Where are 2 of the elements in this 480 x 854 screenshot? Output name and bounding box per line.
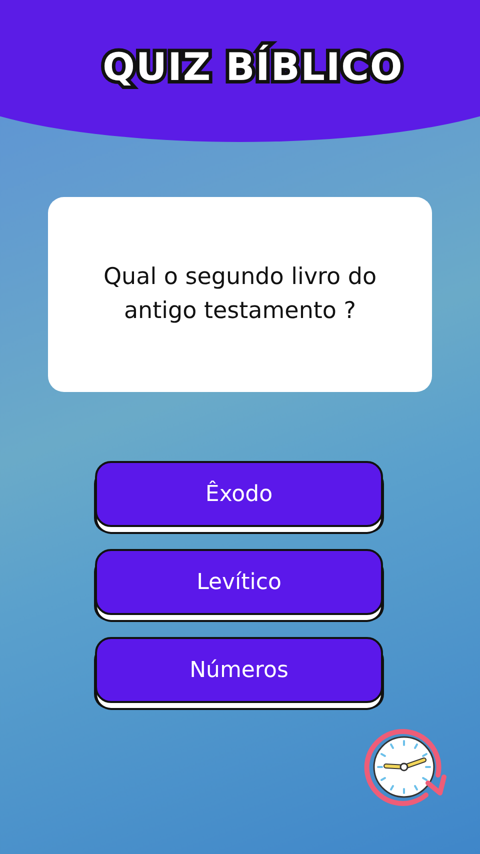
quiz-title: QUIZ BÍBLICO [102,45,404,89]
question-text: Qual o segundo livro do antigo testamento ? [102,263,378,326]
